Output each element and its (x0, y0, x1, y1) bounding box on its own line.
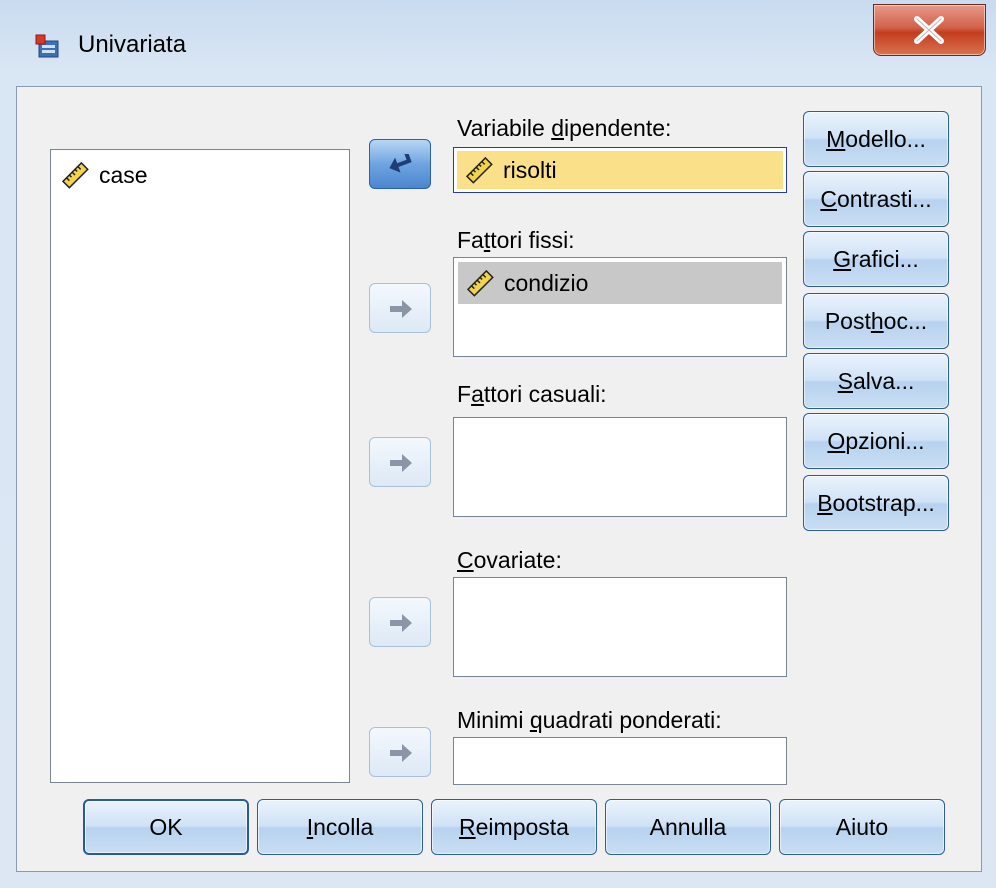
modello-button[interactable]: Modello... (803, 111, 949, 167)
annulla-button[interactable]: Annulla (605, 799, 771, 855)
opzioni-button[interactable]: Opzioni... (803, 413, 949, 469)
button-mnemonic: O (827, 427, 846, 454)
salva-button[interactable]: Salva... (803, 353, 949, 409)
button-label-part: odello... (845, 125, 926, 152)
move-dependent-button[interactable] (369, 139, 431, 189)
close-button[interactable] (873, 4, 986, 56)
button-mnemonic: h (870, 307, 884, 334)
label-mnemonic: d (551, 115, 564, 141)
move-wls-button[interactable] (369, 727, 431, 777)
button-label-part: oc... (883, 307, 928, 334)
button-mnemonic: B (817, 489, 833, 516)
move-random-button[interactable] (369, 437, 431, 487)
button-label-part: Post (824, 307, 871, 334)
label-part: Variabile (457, 115, 552, 141)
button-label-part: ootstrap... (832, 489, 935, 516)
label-mnemonic: q (529, 707, 543, 733)
ok-button[interactable]: OK (83, 799, 249, 855)
fixed-factors-list[interactable]: condizio (453, 257, 787, 357)
grafici-button[interactable]: Grafici... (803, 231, 949, 287)
label-part: ovariate: (473, 547, 562, 573)
button-mnemonic: G (833, 245, 852, 272)
bootstrap-button[interactable]: Bootstrap... (803, 475, 949, 531)
wls-weight-label: Minimi quadrati ponderati: (457, 707, 722, 734)
scale-ruler-icon (465, 156, 493, 184)
dependent-variable-value: risolti (503, 156, 557, 183)
wls-weight-field[interactable] (453, 737, 787, 785)
dependent-variable-item[interactable]: risolti (457, 151, 783, 189)
move-covariate-button[interactable] (369, 597, 431, 647)
arrow-right-icon (390, 300, 412, 318)
button-mnemonic: C (820, 185, 837, 212)
button-label-part: rafici... (851, 245, 919, 272)
dependent-variable-field[interactable]: risolti (453, 147, 787, 193)
arrow-left-icon (389, 154, 412, 173)
button-label-part: ncolla (313, 813, 374, 840)
spss-dialog-icon (35, 34, 59, 58)
dependent-variable-label: Variabile dipendente: (457, 115, 671, 142)
covariates-list[interactable] (453, 577, 787, 677)
button-mnemonic: M (826, 125, 846, 152)
label-part: Fa (457, 227, 484, 253)
button-mnemonic: R (459, 813, 476, 840)
button-label-part: ontrasti... (837, 185, 932, 212)
post-hoc-button[interactable]: Post h oc... (803, 293, 949, 349)
move-fixed-button[interactable] (369, 283, 431, 333)
arrow-right-icon (390, 614, 412, 632)
label-part: ttori casuali: (483, 381, 607, 407)
label-part: uadrati ponderati: (542, 707, 722, 733)
label-mnemonic: a (471, 381, 484, 407)
label-part: F (457, 381, 472, 407)
label-part: ipendente: (563, 115, 672, 141)
dialog-window: Univariata case Variabile dipendente: ri… (0, 0, 996, 888)
button-label-part: OK (149, 813, 183, 840)
button-mnemonic: S (837, 367, 853, 394)
random-factors-list[interactable] (453, 417, 787, 517)
fixed-factors-label: Fattori fissi: (457, 227, 575, 254)
source-variable-list[interactable]: case (50, 149, 350, 783)
button-label-part: pzioni... (845, 427, 925, 454)
random-factors-label: Fattori casuali: (457, 381, 607, 408)
dialog-body: case Variabile dipendente: risolti Fatto… (16, 86, 982, 872)
button-label-part: Annulla (649, 813, 727, 840)
label-part: Minimi (457, 707, 530, 733)
incolla-button[interactable]: Incolla (257, 799, 423, 855)
list-item-label: condizio (504, 269, 589, 296)
covariates-label: Covariate: (457, 547, 562, 574)
title-bar: Univariata (0, 0, 996, 86)
close-icon (914, 16, 944, 44)
list-item[interactable]: condizio (458, 262, 782, 304)
arrow-right-icon (390, 454, 412, 472)
button-label-part: Aiuto (835, 813, 889, 840)
label-mnemonic: C (457, 547, 474, 573)
reimposta-button[interactable]: Reimposta (431, 799, 597, 855)
label-part: tori fissi: (490, 227, 575, 253)
contrasti-button[interactable]: Contrasti... (803, 171, 949, 227)
scale-ruler-icon (61, 161, 89, 189)
list-item-label: case (99, 161, 148, 188)
window-title: Univariata (78, 31, 187, 58)
list-item[interactable]: case (53, 156, 347, 194)
aiuto-button[interactable]: Aiuto (779, 799, 945, 855)
arrow-right-icon (390, 744, 412, 762)
button-label-part: alva... (852, 367, 915, 394)
button-label-part: eimposta (475, 813, 569, 840)
scale-ruler-icon (466, 269, 494, 297)
